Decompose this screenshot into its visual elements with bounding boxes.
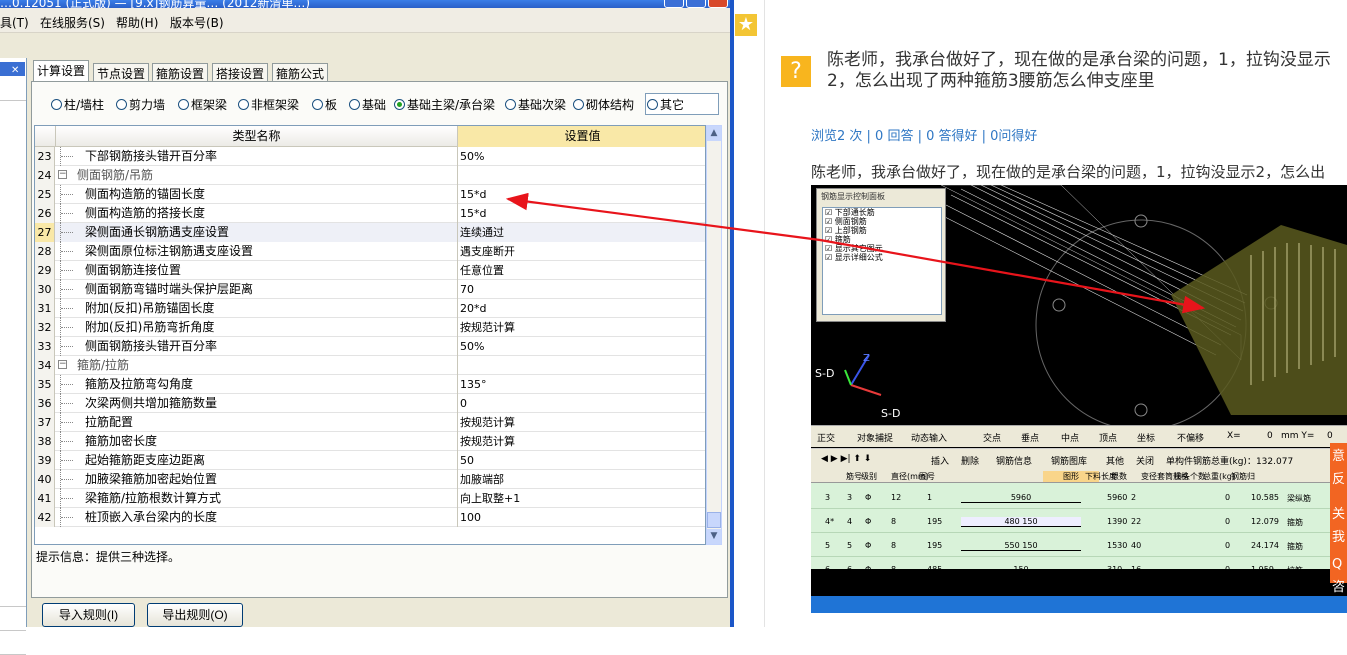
divider [0, 630, 26, 631]
red-arrow-to-model [819, 238, 1206, 314]
red-arrow-to-setting [505, 192, 821, 242]
annotation-arrows [505, 192, 1206, 314]
